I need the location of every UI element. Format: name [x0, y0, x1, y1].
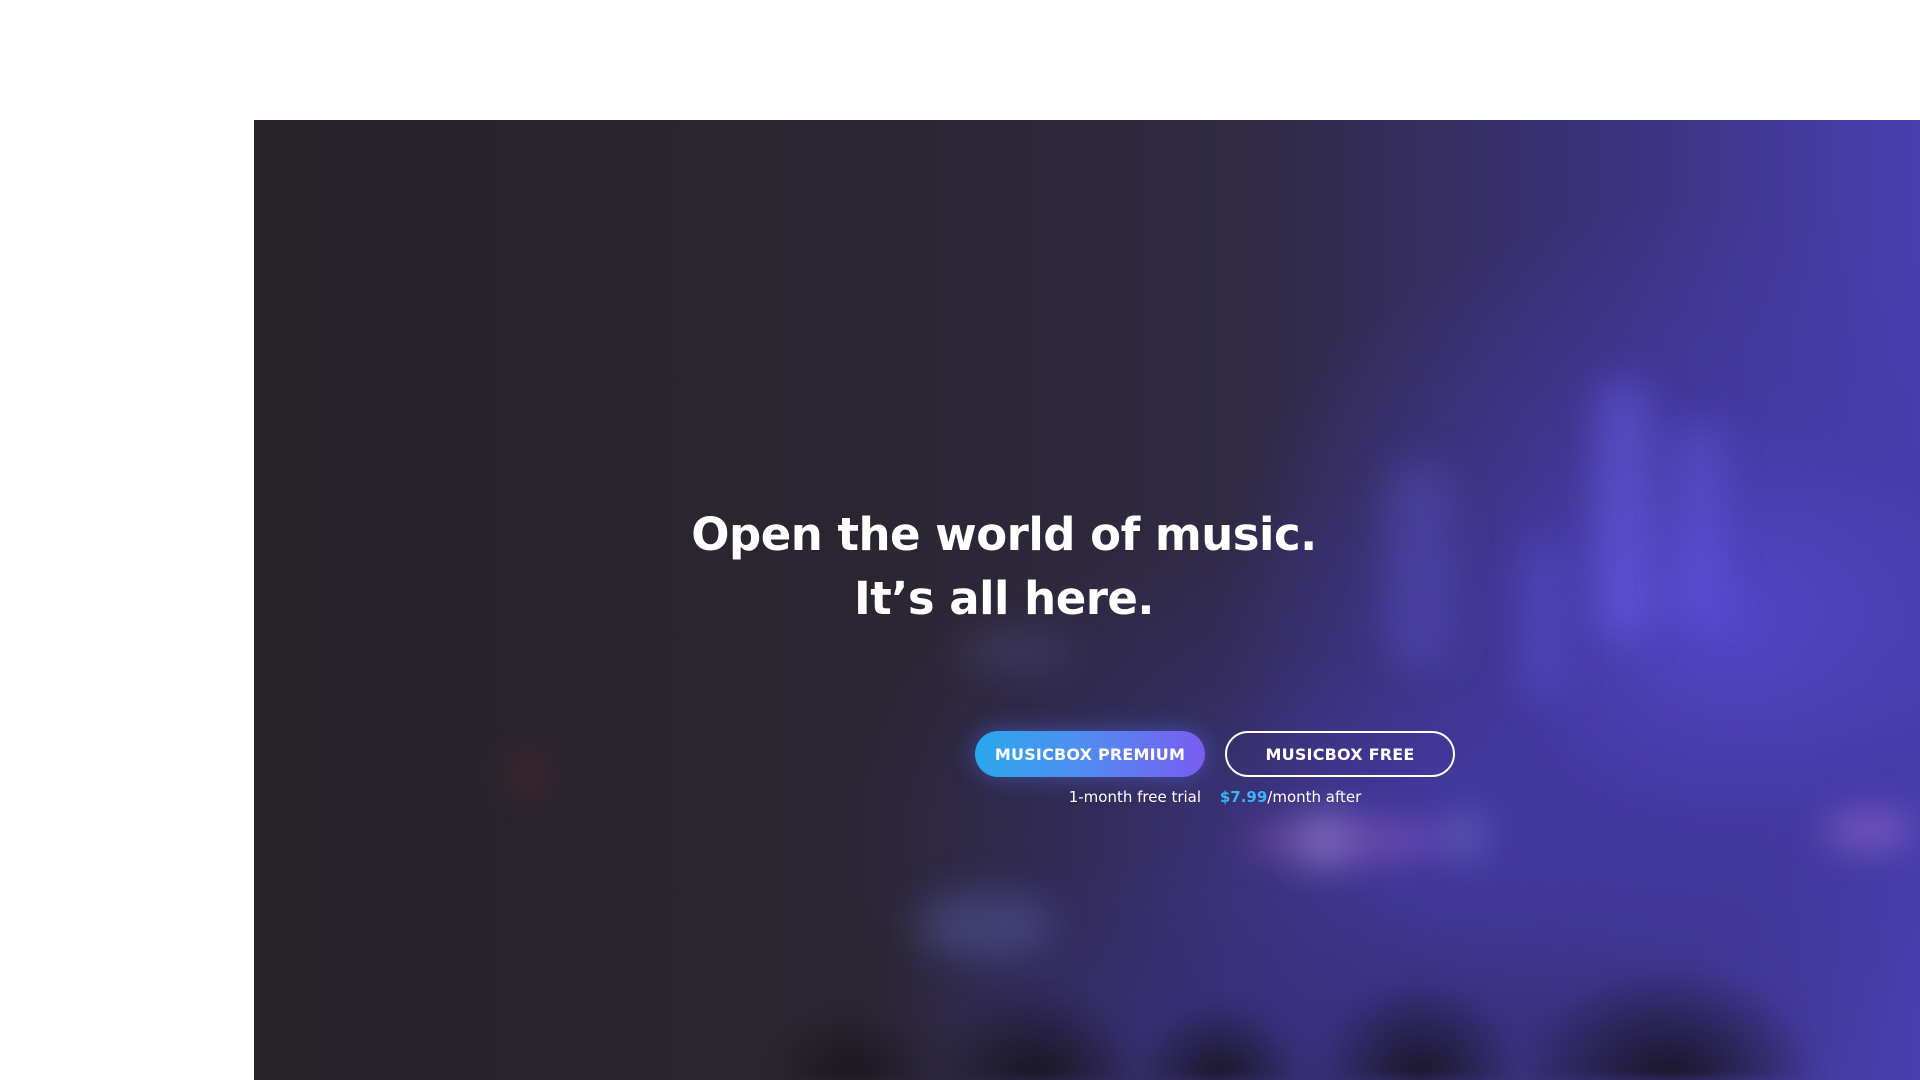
hero-content: Open the world of music. It’s all here. …	[254, 120, 1920, 1080]
musicbox-free-button[interactable]: MUSICBOX FREE	[1225, 731, 1455, 777]
headline-line-2: It’s all here.	[853, 572, 1155, 625]
price-value: $7.99	[1219, 788, 1268, 806]
free-button-label: MUSICBOX FREE	[1265, 744, 1415, 764]
trial-text: 1-month free trial	[1068, 788, 1202, 806]
price-suffix: /month after	[1267, 788, 1362, 806]
musicbox-premium-button[interactable]: MUSICBOX PREMIUM	[975, 731, 1205, 777]
premium-button-label: MUSICBOX PREMIUM	[994, 744, 1186, 764]
pricing-note: 1-month free trial $7.99/month after	[1069, 788, 1362, 806]
hero-headline: Open the world of music. It’s all here.	[644, 503, 1364, 631]
page: Open the world of music. It’s all here. …	[0, 0, 1920, 1080]
headline-line-1: Open the world of music.	[691, 508, 1317, 561]
hero-banner: Open the world of music. It’s all here. …	[254, 120, 1920, 1080]
